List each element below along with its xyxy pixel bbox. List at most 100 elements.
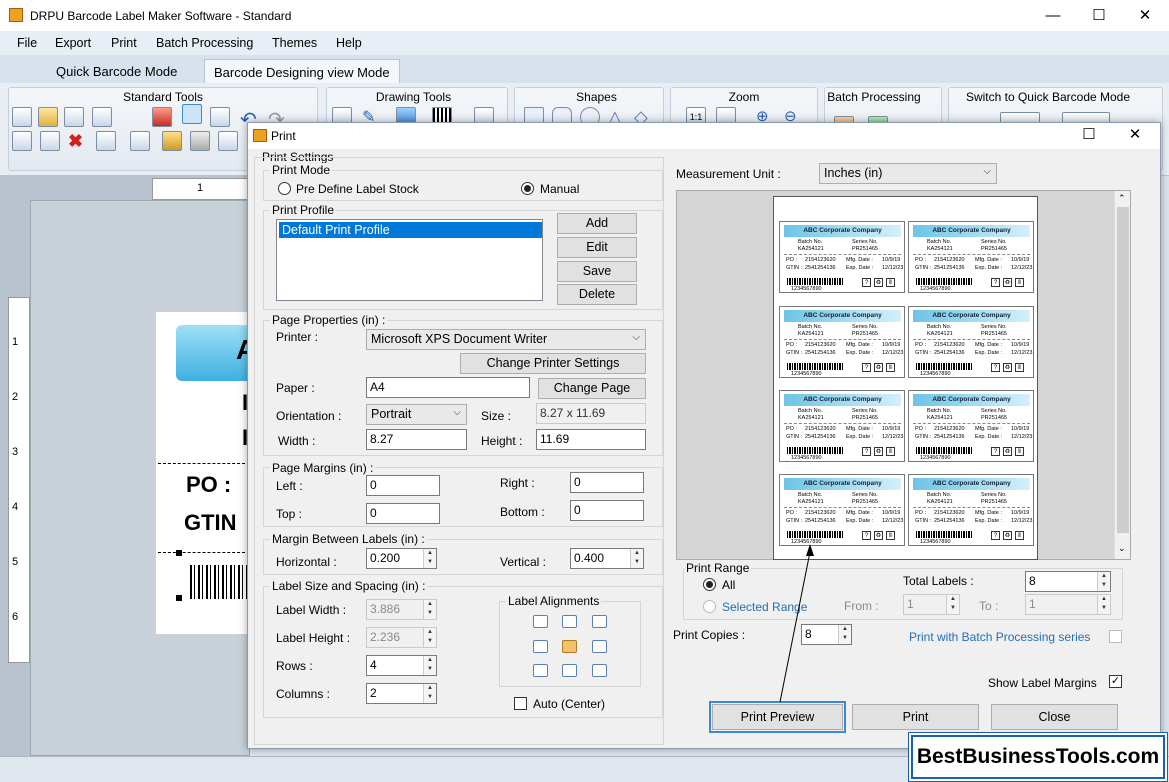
print-icon[interactable] [182, 104, 202, 124]
handling-symbol-icon: ? [991, 531, 1000, 540]
mini-label-po-val: 2154123620 [805, 342, 836, 348]
spin-arrows-icon[interactable]: ▲ ▼ [423, 656, 436, 675]
tab-barcode-designing-mode[interactable]: Barcode Designing view Mode [204, 59, 400, 83]
batch-series-label[interactable]: Print with Batch Processing series [909, 630, 1090, 644]
page-height-input[interactable]: 11.69 [536, 429, 646, 450]
spin-arrows-icon[interactable]: ▲ ▼ [838, 625, 851, 644]
grid-icon[interactable] [210, 107, 230, 127]
auto-center-label[interactable]: Auto (Center) [533, 697, 605, 711]
menu-help[interactable]: Help [336, 36, 362, 50]
menu-file[interactable]: File [17, 36, 37, 50]
change-page-button[interactable]: Change Page [538, 378, 646, 399]
mini-label-mfg: Mfg. Date : [975, 426, 1002, 432]
change-printer-settings-button[interactable]: Change Printer Settings [460, 353, 646, 374]
open-folder-icon[interactable] [38, 107, 58, 127]
show-margins-label[interactable]: Show Label Margins [988, 676, 1097, 690]
ruler-number: 5 [12, 556, 19, 568]
orientation-select[interactable]: Portrait ⌵ [366, 404, 467, 425]
horizontal-spacing-stepper[interactable]: 0.200 ▲ ▼ [366, 548, 437, 569]
close-dialog-button[interactable]: Close [991, 704, 1118, 730]
menu-batch-processing[interactable]: Batch Processing [156, 36, 253, 50]
align-bottom-center-icon[interactable] [562, 664, 577, 677]
save-profile-button[interactable]: Save [557, 261, 637, 282]
print-setup-icon[interactable] [218, 131, 238, 151]
radio-all[interactable] [703, 578, 716, 591]
preview-mini-label: ABC Corporate Company Batch No. Series No.… [779, 221, 905, 293]
spin-arrows-icon[interactable]: ▲ ▼ [423, 549, 436, 568]
new-icon[interactable] [12, 107, 32, 127]
mini-label-po: PO : [915, 426, 927, 432]
bottom-margin-input[interactable]: 0 [570, 500, 644, 521]
selection-handle[interactable] [176, 550, 182, 556]
all-label[interactable]: All [722, 578, 735, 592]
add-profile-button[interactable]: Add [557, 213, 637, 234]
align-top-center-icon[interactable] [562, 615, 577, 628]
total-labels-stepper[interactable]: 8 ▲ ▼ [1025, 571, 1111, 592]
vertical-spacing-stepper[interactable]: 0.400 ▲ ▼ [570, 548, 644, 569]
barcode[interactable] [190, 565, 250, 599]
align-top-left-icon[interactable] [533, 615, 548, 628]
menu-themes[interactable]: Themes [272, 36, 317, 50]
maximize-button[interactable]: ☐ [1076, 0, 1122, 31]
page-width-input[interactable]: 8.27 [366, 429, 467, 450]
measurement-unit-select[interactable]: Inches (in) ⌵ [819, 163, 997, 184]
show-margins-checkbox[interactable]: ✓ [1109, 675, 1122, 688]
profile-list[interactable]: Default Print Profile [276, 219, 543, 301]
delete-icon[interactable]: ✖ [68, 131, 88, 151]
scroll-thumb[interactable] [1117, 207, 1129, 533]
save-as-icon[interactable] [92, 107, 112, 127]
right-margin-input[interactable]: 0 [570, 472, 644, 493]
scroll-up-icon[interactable]: ⌃ [1118, 193, 1126, 204]
paste-icon[interactable] [40, 131, 60, 151]
manual-label[interactable]: Manual [540, 182, 579, 196]
batch-series-checkbox[interactable] [1109, 630, 1122, 643]
label-design[interactable]: A I I PO : GTIN [156, 312, 256, 634]
radio-selected-range[interactable] [703, 600, 716, 613]
spin-arrows-icon[interactable]: ▲ ▼ [630, 549, 643, 568]
spin-arrows-icon[interactable]: ▲ ▼ [1097, 572, 1110, 591]
printer-select[interactable]: Microsoft XPS Document Writer ⌵ [366, 329, 646, 350]
copy-icon[interactable] [12, 131, 32, 151]
lock-icon[interactable] [162, 131, 182, 151]
pdf-icon[interactable] [152, 107, 172, 127]
left-margin-input[interactable]: 0 [366, 475, 440, 496]
menu-print[interactable]: Print [111, 36, 137, 50]
duplicate-icon[interactable] [96, 131, 116, 151]
predefine-stock-label[interactable]: Pre Define Label Stock [296, 182, 419, 196]
preview-scrollbar[interactable]: ⌃ ⌄ [1114, 191, 1130, 559]
edit-profile-button[interactable]: Edit [557, 237, 637, 258]
auto-center-checkbox[interactable] [514, 697, 527, 710]
minimize-button[interactable]: — [1030, 0, 1076, 31]
align-bottom-left-icon[interactable] [533, 664, 548, 677]
unlock-icon[interactable] [190, 131, 210, 151]
dialog-close-button[interactable]: ✕ [1112, 122, 1158, 148]
scroll-down-icon[interactable]: ⌄ [1118, 543, 1126, 554]
menu-export[interactable]: Export [55, 36, 91, 50]
top-margin-input[interactable]: 0 [366, 503, 440, 524]
tab-quick-barcode-mode[interactable]: Quick Barcode Mode [47, 59, 186, 83]
align-middle-left-icon[interactable] [533, 640, 548, 653]
delete-profile-button[interactable]: Delete [557, 284, 637, 305]
spin-arrows-icon[interactable]: ▲ ▼ [423, 684, 436, 703]
rows-stepper[interactable]: 4 ▲ ▼ [366, 655, 437, 676]
align-bottom-right-icon[interactable] [592, 664, 607, 677]
align-middle-right-icon[interactable] [592, 640, 607, 653]
total-labels-value: 8 [1029, 574, 1036, 588]
paper-input[interactable]: A4 [366, 377, 530, 398]
align-center-icon[interactable] [562, 640, 577, 653]
dialog-maximize-button[interactable]: ☐ [1066, 122, 1112, 148]
mini-label-exp-val: 12/12/23 [882, 434, 904, 440]
align-top-right-icon[interactable] [592, 615, 607, 628]
columns-stepper[interactable]: 2 ▲ ▼ [366, 683, 437, 704]
handling-symbol-icon: ♻ [874, 531, 883, 540]
handling-symbol-icon: ♻ [1003, 278, 1012, 287]
layer-icon[interactable] [130, 131, 150, 151]
selection-handle[interactable] [176, 595, 182, 601]
save-icon[interactable] [64, 107, 84, 127]
print-button[interactable]: Print [852, 704, 979, 730]
mini-label-exp-val: 12/12/23 [1011, 518, 1033, 524]
list-item[interactable]: Default Print Profile [279, 222, 542, 238]
close-button[interactable]: ✕ [1122, 0, 1168, 31]
radio-manual[interactable] [521, 182, 534, 195]
radio-predefine-stock[interactable] [278, 182, 291, 195]
